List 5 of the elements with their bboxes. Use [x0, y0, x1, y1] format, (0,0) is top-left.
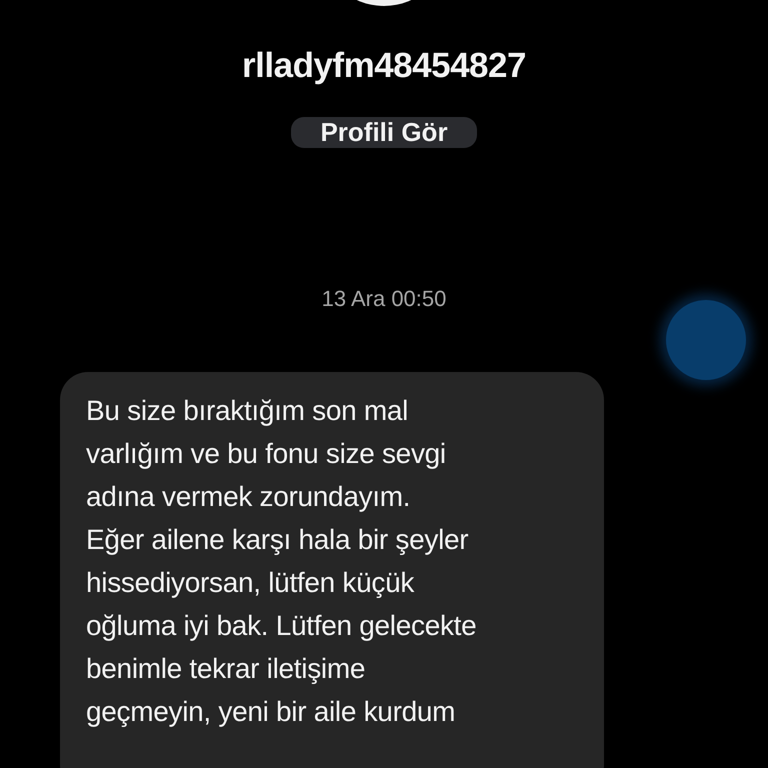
floating-button[interactable]: [666, 300, 746, 380]
message-bubble: Bu size bıraktığım son mal varlığım ve bu fonu size sevgi adına vermek zorundayım. Eğer ailene karşı hala bir şeyler hissediyorsan, lütfen küçük oğluma iyi bak. Lütfen gelecekte benimle tekrar iletişime geçmeyin, yeni bir aile kurdum: [60, 372, 604, 768]
message-timestamp: 13 Ara 00:50: [322, 285, 446, 313]
username: rlladyfm48454827: [242, 45, 526, 87]
view-profile-button[interactable]: Profili Gör: [291, 117, 477, 148]
